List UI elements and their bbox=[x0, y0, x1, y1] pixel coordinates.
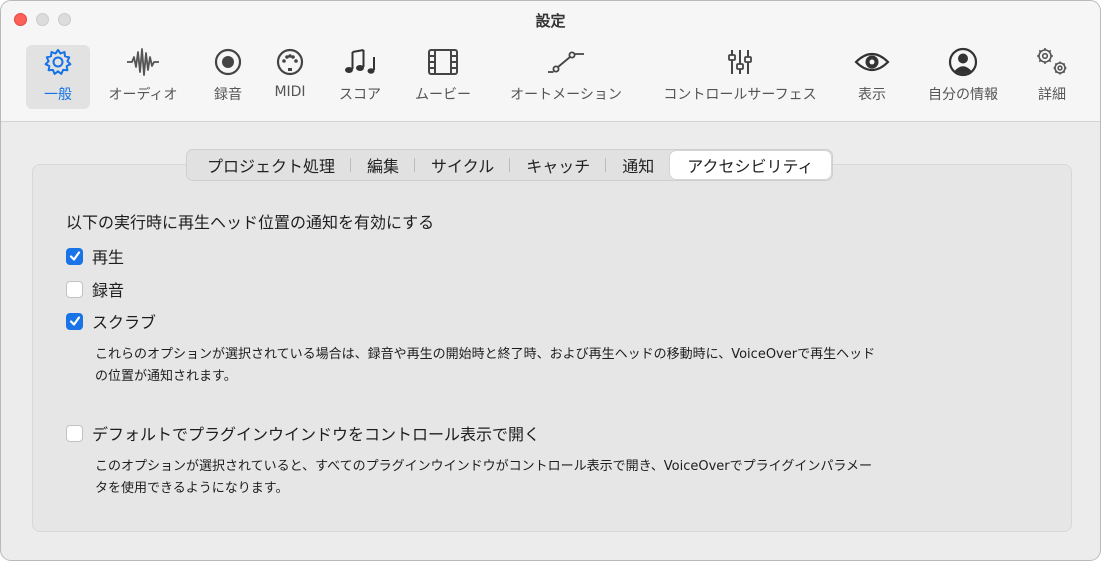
scrub-checkbox[interactable] bbox=[66, 312, 83, 330]
scrub-checkbox-row[interactable]: スクラブ bbox=[66, 310, 156, 332]
toolbar-item-my-info[interactable]: 自分の情報 bbox=[917, 45, 1009, 109]
recording-label: 録音 bbox=[92, 281, 125, 300]
tab-cycle[interactable]: サイクル bbox=[415, 150, 511, 180]
film-icon bbox=[426, 45, 460, 79]
eye-icon bbox=[854, 45, 890, 79]
toolbar-label: 表示 bbox=[858, 87, 886, 103]
tab-label: プロジェクト処理 bbox=[207, 157, 336, 176]
plugin-controls-checkbox[interactable] bbox=[66, 424, 83, 442]
toolbar-label: 自分の情報 bbox=[928, 87, 998, 103]
checkmark-icon bbox=[69, 251, 80, 261]
section-heading: 以下の実行時に再生ヘッド位置の通知を有効にする bbox=[66, 213, 435, 232]
toolbar-item-general[interactable]: 一般 bbox=[26, 45, 90, 109]
tab-notifications[interactable]: 通知 bbox=[606, 150, 670, 180]
toolbar-label: オートメーション bbox=[510, 87, 622, 103]
tab-label: 編集 bbox=[367, 157, 400, 176]
toolbar-item-audio[interactable]: オーディオ bbox=[102, 45, 184, 109]
plugin-description-line: このオプションが選択されていると、すべてのプラグインウインドウがコントロール表示… bbox=[95, 459, 872, 474]
toolbar-label: 一般 bbox=[44, 87, 72, 103]
plugin-description-line: タを使用できるようになります。 bbox=[95, 481, 289, 496]
sliders-icon bbox=[725, 45, 755, 79]
window-title: 設定 bbox=[535, 12, 566, 30]
tab-bar: プロジェクト処理 編集 サイクル キャッチ 通知 アクセシビリティ bbox=[186, 149, 833, 181]
options-description-line: これらのオプションが選択されている場合は、録音や再生の開始時と終了時、および再生… bbox=[95, 347, 876, 362]
recording-checkbox[interactable] bbox=[66, 280, 83, 298]
tab-label: 通知 bbox=[622, 157, 655, 176]
scrub-label: スクラブ bbox=[92, 313, 157, 332]
plugin-controls-label: デフォルトでプラグインウインドウをコントロール表示で開く bbox=[92, 425, 541, 444]
toolbar-item-automation[interactable]: オートメーション bbox=[496, 45, 636, 109]
midi-port-icon bbox=[275, 45, 305, 79]
toolbar-label: コントロールサーフェス bbox=[663, 87, 817, 103]
tab-accessibility[interactable]: アクセシビリティ bbox=[670, 151, 831, 179]
gears-icon bbox=[1033, 45, 1071, 79]
tab-label: キャッチ bbox=[526, 157, 591, 176]
toolbar-label: 録音 bbox=[214, 87, 242, 103]
toolbar-item-midi[interactable]: MIDI bbox=[265, 45, 315, 109]
waveform-icon bbox=[126, 45, 160, 79]
playback-checkbox[interactable] bbox=[66, 247, 83, 265]
plugin-description: このオプションが選択されていると、すべてのプラグインウインドウがコントロール表示… bbox=[95, 456, 1055, 500]
gear-icon bbox=[43, 45, 73, 79]
toolbar: 設定 一般 オーディオ 録音 MIDI スコア ムービー オートメーション コン… bbox=[1, 1, 1100, 122]
record-icon bbox=[213, 45, 243, 79]
music-notes-icon bbox=[343, 45, 377, 79]
toolbar-item-record[interactable]: 録音 bbox=[203, 45, 253, 109]
recording-checkbox-row[interactable]: 録音 bbox=[66, 278, 124, 300]
options-description: これらのオプションが選択されている場合は、録音や再生の開始時と終了時、および再生… bbox=[95, 344, 1055, 388]
settings-window: 設定 一般 オーディオ 録音 MIDI スコア ムービー オートメーション コン… bbox=[0, 0, 1101, 561]
tab-project-handling[interactable]: プロジェクト処理 bbox=[191, 150, 352, 180]
toolbar-item-advanced[interactable]: 詳細 bbox=[1025, 45, 1079, 109]
toolbar-item-control-surfaces[interactable]: コントロールサーフェス bbox=[646, 45, 834, 109]
toolbar-label: オーディオ bbox=[108, 87, 178, 103]
playback-checkbox-row[interactable]: 再生 bbox=[66, 245, 124, 267]
toolbar-label: ムービー bbox=[415, 87, 471, 103]
tab-editing[interactable]: 編集 bbox=[351, 150, 416, 180]
tab-label: アクセシビリティ bbox=[687, 157, 814, 176]
tab-catch[interactable]: キャッチ bbox=[510, 150, 607, 180]
toolbar-label: スコア bbox=[339, 87, 381, 103]
toolbar-item-movie[interactable]: ムービー bbox=[407, 45, 479, 109]
person-icon bbox=[947, 45, 979, 79]
toolbar-label: MIDI bbox=[274, 84, 306, 100]
toolbar-item-score[interactable]: スコア bbox=[334, 45, 386, 109]
toolbar-item-view[interactable]: 表示 bbox=[847, 45, 897, 109]
tab-label: サイクル bbox=[431, 157, 495, 176]
plugin-controls-checkbox-row[interactable]: デフォルトでプラグインウインドウをコントロール表示で開く bbox=[66, 422, 540, 444]
options-description-line: の位置が通知されます。 bbox=[95, 369, 237, 384]
playback-label: 再生 bbox=[92, 248, 125, 267]
toolbar-label: 詳細 bbox=[1038, 87, 1066, 103]
checkmark-icon bbox=[69, 316, 80, 326]
automation-curve-icon bbox=[546, 45, 586, 79]
